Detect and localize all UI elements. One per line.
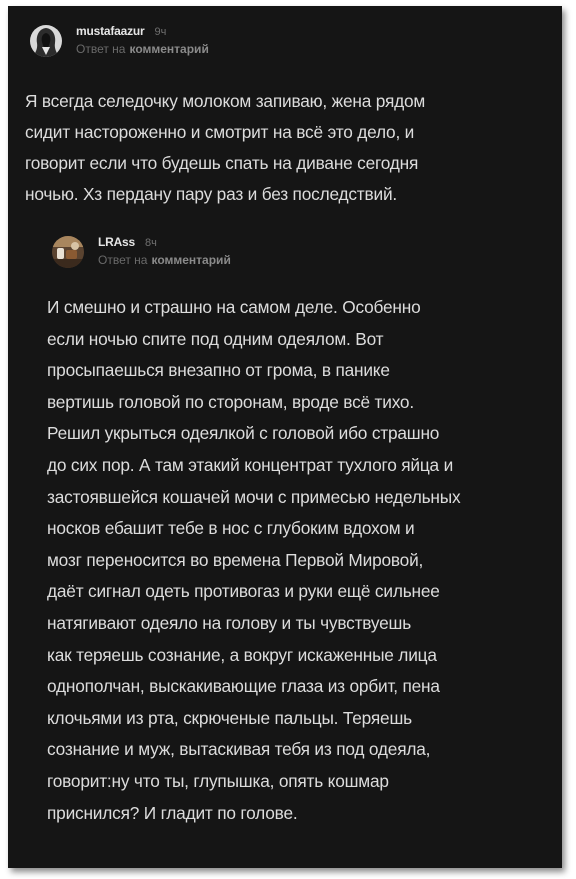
comment-line: Я всегда селедочку молоком запиваю, жена… bbox=[25, 91, 426, 111]
reply-reference: Ответ на комментарий bbox=[98, 252, 231, 269]
comment-line: говорит:ну что ты, глупышка, опять кошма… bbox=[47, 770, 389, 791]
reply-prefix: Ответ на bbox=[98, 253, 148, 267]
avatar[interactable] bbox=[30, 24, 62, 57]
comment-line: ночью. Хз пердану пару раз и без последс… bbox=[25, 184, 398, 204]
reply-target-link[interactable]: комментарий bbox=[129, 42, 208, 56]
comment-line: сознание и муж, вытаскивая тебя из под о… bbox=[47, 739, 431, 760]
comment-header: mustafaazur 9ч Ответ на комментарий bbox=[30, 23, 209, 58]
hooded-figure-avatar-icon bbox=[30, 24, 62, 57]
comment-thread: mustafaazur 9ч Ответ на комментарий Я все… bbox=[8, 6, 562, 868]
comment-line: натягивают одеяло на голову и ты чувству… bbox=[47, 612, 412, 633]
timestamp[interactable]: 8ч bbox=[145, 235, 157, 252]
comment-meta: mustafaazur 9ч Ответ на комментарий bbox=[76, 23, 209, 58]
comment-line: вертишь головой по сторонам, вроде всё т… bbox=[47, 391, 414, 412]
comment-line: застоявшейся кошачей мочи с примесью нед… bbox=[47, 486, 461, 507]
reply-prefix: Ответ на bbox=[76, 42, 126, 56]
comment-line: сидит настороженно и смотрит на всё это … bbox=[25, 122, 415, 142]
timestamp[interactable]: 9ч bbox=[155, 24, 167, 41]
comment-line: просыпаешься внезапно от грома, в панике bbox=[47, 360, 390, 381]
comment-line: приснился? И гладит по голове. bbox=[47, 802, 298, 823]
comment-header: LRAss 8ч Ответ на комментарий bbox=[52, 234, 231, 269]
tabletop-avatar-icon bbox=[52, 235, 84, 268]
comment-line: клочьями из рта, скрюченые пальцы. Теряе… bbox=[47, 707, 412, 728]
reply-reference: Ответ на комментарий bbox=[76, 41, 209, 58]
avatar[interactable] bbox=[52, 235, 84, 268]
comment-line: носков ебашит тебе в нос с глубоким вдох… bbox=[47, 518, 415, 539]
username[interactable]: mustafaazur bbox=[76, 23, 145, 40]
comment-line: И смешно и страшно на самом деле. Особен… bbox=[47, 297, 421, 317]
comment-line: говорит если что будешь спать на диване … bbox=[25, 153, 419, 173]
username[interactable]: LRAss bbox=[98, 234, 135, 251]
comment-line: до сих пор. А там этакий концентрат тухл… bbox=[47, 454, 454, 475]
comment-line: даёт сигнал одеть противогаз и руки ещё … bbox=[47, 581, 440, 602]
comment-line: как теряешь сознание, а вокруг искаженны… bbox=[47, 644, 437, 665]
comment-meta: LRAss 8ч Ответ на комментарий bbox=[98, 234, 231, 269]
comment-line: если ночью спите под одним одеялом. Вот bbox=[47, 328, 384, 349]
comment-line: однополчан, выскакивающие глаза из орбит… bbox=[47, 676, 440, 697]
comment-body: Я всегда селедочку молоком запиваю, жена… bbox=[25, 86, 425, 210]
comment-body: И смешно и страшно на самом деле. Особен… bbox=[47, 292, 461, 829]
comment-line: мозг переносится во времена Первой Миров… bbox=[47, 549, 424, 570]
comment-line: Решил укрыться одеялкой с головой ибо ст… bbox=[47, 423, 440, 444]
reply-target-link[interactable]: комментарий bbox=[151, 253, 230, 267]
